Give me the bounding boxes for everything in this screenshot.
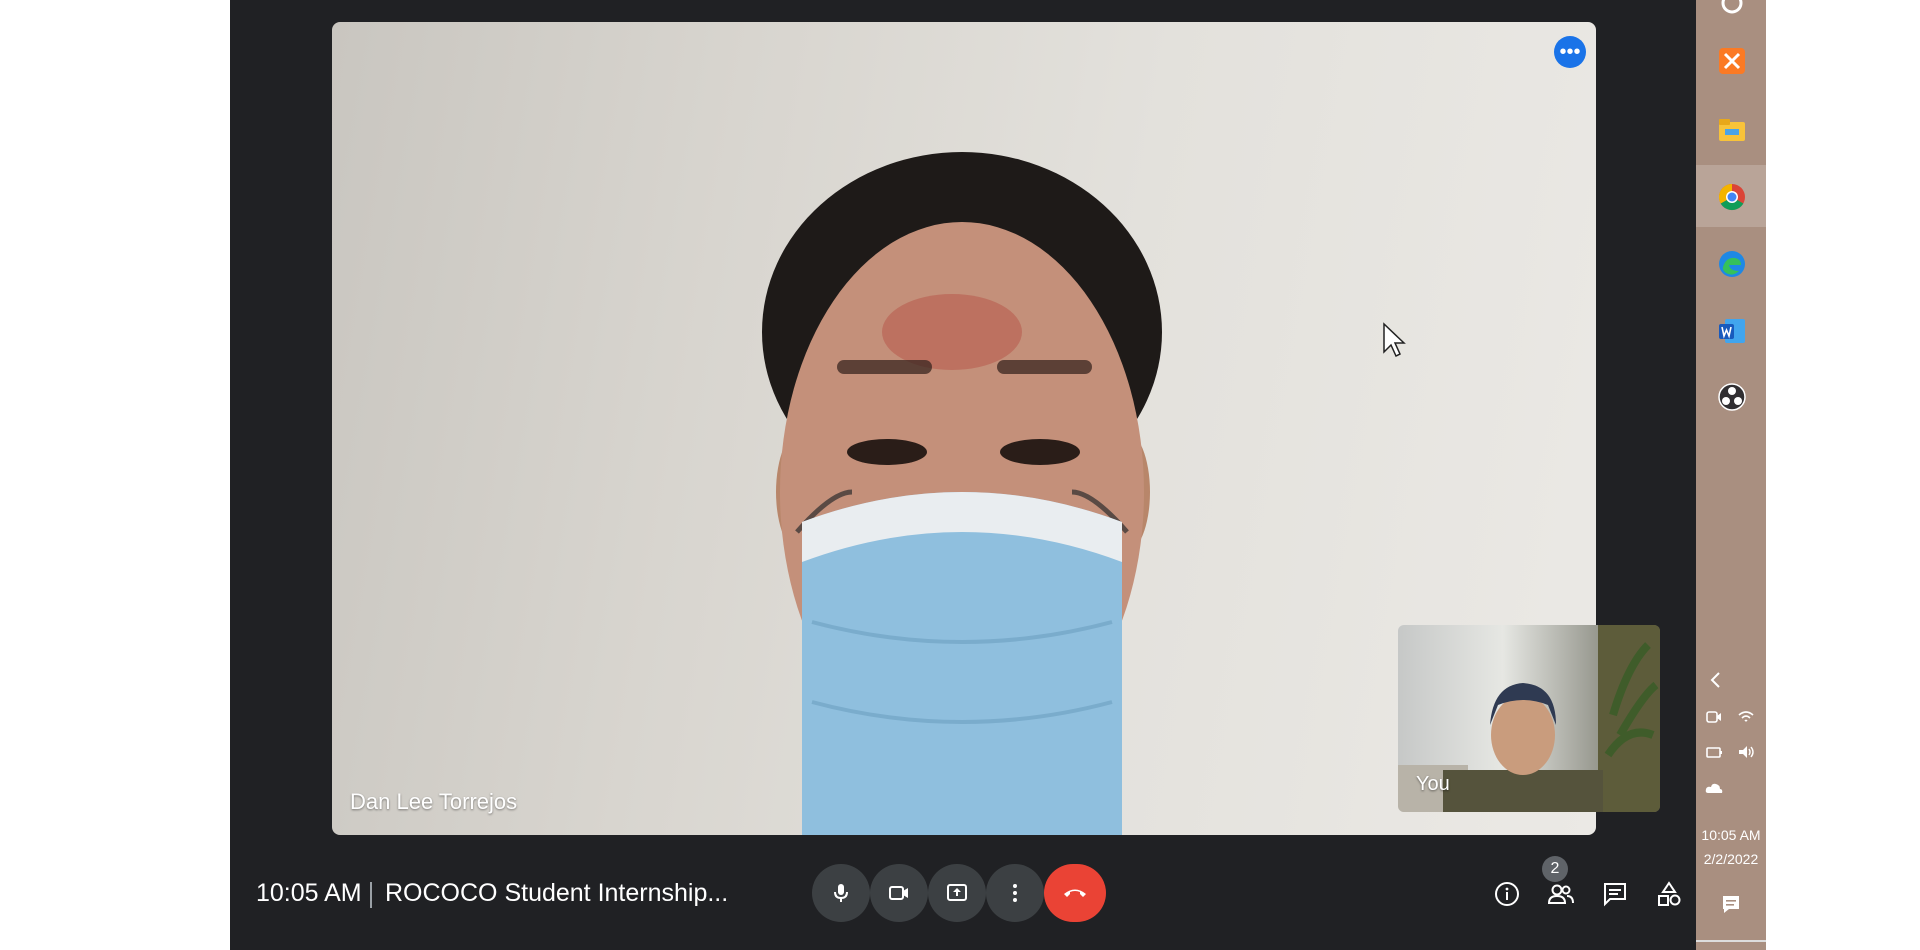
chrome-icon[interactable] <box>1717 182 1747 212</box>
onedrive-icon[interactable] <box>1704 778 1724 798</box>
activities-button[interactable] <box>1649 874 1689 914</box>
taskbar-time: 10:05 AM <box>1701 827 1761 843</box>
divider <box>370 882 372 908</box>
taskbar-date: 2/2/2022 <box>1703 851 1759 867</box>
participant-name-label: Dan Lee Torrejos <box>350 789 518 814</box>
info-icon <box>1495 882 1519 906</box>
taskbar-top-icon[interactable] <box>1717 0 1747 18</box>
taskbar: 10:05 AM 2/2/2022 <box>1696 0 1766 950</box>
file-explorer-icon[interactable] <box>1717 115 1747 145</box>
info-button[interactable] <box>1487 874 1527 914</box>
obs-icon[interactable] <box>1717 382 1747 412</box>
battery-icon[interactable] <box>1704 742 1724 762</box>
end-call-icon <box>1064 889 1086 897</box>
taskbar-clock[interactable]: 10:05 AM 2/2/2022 <box>1696 823 1766 871</box>
taskbar-bottom-line <box>1696 940 1766 942</box>
volume-icon[interactable] <box>1736 742 1756 762</box>
tile-options-icon[interactable]: ••• <box>1554 36 1586 68</box>
notification-center-icon[interactable] <box>1720 893 1742 915</box>
meeting-title[interactable]: ROCOCO Student Internship... <box>385 879 728 908</box>
end-call-button[interactable] <box>1044 864 1106 922</box>
word-icon[interactable] <box>1717 316 1747 346</box>
wifi-icon[interactable] <box>1736 707 1756 727</box>
participant-count-badge: 2 <box>1542 856 1568 882</box>
mic-button[interactable] <box>812 864 870 922</box>
chat-button[interactable] <box>1595 874 1635 914</box>
present-icon <box>947 884 967 901</box>
meet-now-icon[interactable] <box>1704 707 1724 727</box>
activities-icon <box>1658 881 1681 906</box>
chat-icon <box>1604 883 1626 907</box>
self-view-tile[interactable]: You <box>1398 625 1660 812</box>
meeting-clock: 10:05 AM <box>256 879 362 907</box>
mic-icon <box>834 884 848 902</box>
present-button[interactable] <box>928 864 986 922</box>
chevron-left-icon[interactable] <box>1706 670 1726 690</box>
more-options-icon <box>1013 884 1017 902</box>
camera-button[interactable] <box>870 864 928 922</box>
bottom-bar: 10:05 AM ROCOCO Student Internship... 2 <box>230 846 1696 950</box>
xampp-icon[interactable] <box>1717 46 1747 76</box>
camera-icon <box>889 886 908 900</box>
people-icon <box>1547 884 1574 904</box>
meet-window: ••• Dan Lee Torrejos You 10:05 AM ROCOCO… <box>230 0 1696 950</box>
more-options-button[interactable] <box>986 864 1044 922</box>
self-label: You <box>1416 773 1450 795</box>
edge-icon[interactable] <box>1717 249 1747 279</box>
